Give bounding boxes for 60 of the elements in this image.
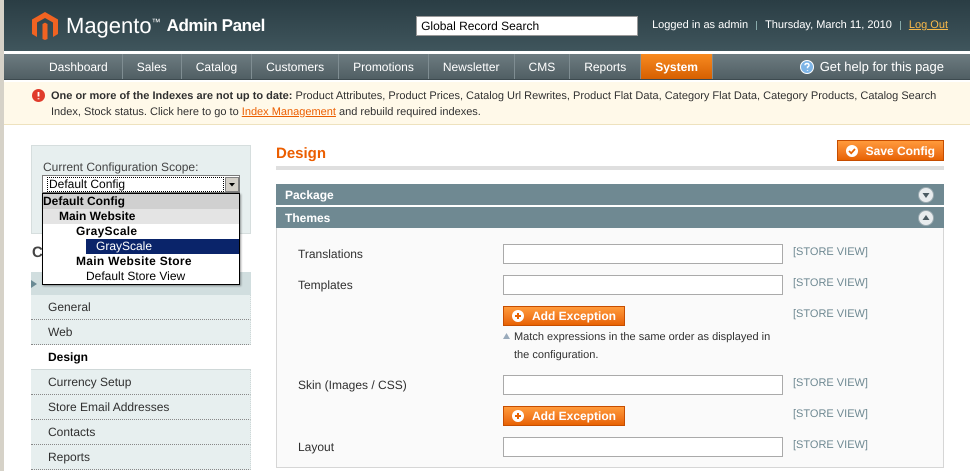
text-field[interactable] (503, 437, 783, 457)
field-label: Layout (298, 439, 336, 456)
sidebar-item[interactable]: Web (31, 320, 251, 345)
text-field[interactable] (503, 275, 783, 295)
global-search-field[interactable]: Global Record Search (416, 16, 638, 36)
logo-subtitle: Admin Panel (166, 14, 265, 37)
sidebar-item[interactable]: General (31, 295, 251, 320)
sidebar-item[interactable]: Currency Setup (31, 370, 251, 395)
nav-tab[interactable]: Sales (122, 54, 182, 79)
page-title: Design (276, 144, 326, 164)
nav-tab[interactable]: Customers (252, 54, 340, 79)
plus-icon (512, 410, 524, 422)
section-header[interactable]: Package (276, 184, 944, 205)
sidebar-item[interactable]: Store Email Addresses (31, 395, 251, 420)
nav-tab[interactable]: Newsletter (428, 54, 515, 79)
help-icon (800, 60, 814, 74)
logged-in-text: Logged in as admin (652, 18, 748, 34)
trademark: ™ (152, 16, 161, 29)
triangle-icon (31, 280, 37, 288)
expand-icon[interactable] (918, 186, 934, 202)
index-notice-text: One or more of the Indexes are not up to date: Product Attributes, Product Prices, Catalog Url Rewrites, Product Flat Data, Category Flat Data, Category Products, Catalog Search Index, Stock status. Click here to go to Index Management and rebuild required indexes. (51, 89, 938, 120)
help-link[interactable]: Get help for this page (820, 56, 944, 76)
scope-label: Current Configuration Scope: (43, 159, 200, 176)
text-field[interactable] (503, 375, 783, 395)
scope-label: [STORE VIEW] (793, 376, 868, 391)
logo-icon (32, 12, 58, 40)
section-header[interactable]: Themes (276, 207, 944, 228)
nav-tab[interactable]: Dashboard (35, 54, 123, 79)
scope-option[interactable]: Default Config (43, 194, 239, 209)
scope-option[interactable]: GrayScale (76, 224, 239, 239)
scope-option[interactable]: Default Store View (86, 269, 239, 284)
logout-link[interactable]: Log Out (908, 17, 948, 34)
scope-option[interactable]: GrayScale (86, 239, 239, 254)
scope-label: [STORE VIEW] (793, 407, 868, 422)
logo-text: Magento (66, 14, 152, 36)
field-label: Translations (298, 246, 364, 263)
scope-select[interactable]: Default Config (42, 175, 240, 193)
scope-label: [STORE VIEW] (793, 307, 868, 322)
sidebar-title: C (32, 242, 43, 263)
error-icon (32, 89, 45, 102)
check-icon (846, 144, 858, 156)
nav-tab[interactable]: System (641, 54, 713, 79)
sidebar-item[interactable]: Contacts (31, 420, 251, 445)
collapse-icon[interactable] (918, 210, 934, 226)
plus-icon (512, 310, 524, 322)
scope-label: [STORE VIEW] (793, 276, 868, 291)
nav-tab[interactable]: CMS (514, 54, 570, 79)
scope-label: [STORE VIEW] (793, 438, 868, 453)
field-label: Templates (298, 277, 354, 294)
index-management-link[interactable]: Index Management (242, 106, 336, 118)
sidebar-item[interactable]: Reports (31, 445, 251, 470)
triangle-icon (503, 333, 510, 339)
nav-tab[interactable]: Catalog (182, 54, 252, 79)
field-label: Skin (Images / CSS) (298, 377, 408, 394)
date-text: Thursday, March 11, 2010 (765, 18, 892, 34)
scope-option[interactable]: Main Website Store (76, 254, 239, 269)
scope-label: [STORE VIEW] (793, 245, 868, 260)
text-field[interactable] (503, 244, 783, 264)
nav-tab[interactable]: Promotions (339, 54, 429, 79)
hint-text: Match expressions in the same order as displayed in the configuration. (514, 330, 772, 363)
